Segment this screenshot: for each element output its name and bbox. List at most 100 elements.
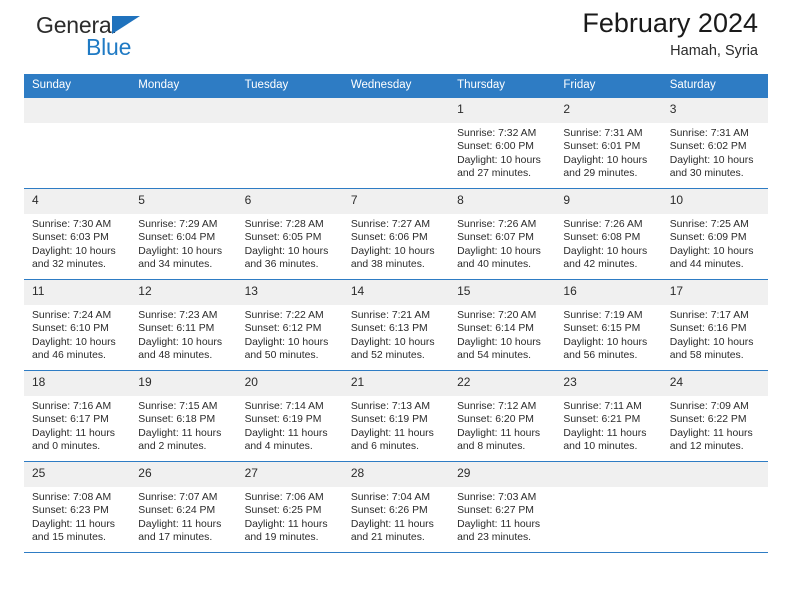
calendar-day-cell[interactable]: 11 Sunrise: 7:24 AM Sunset: 6:10 PM Dayligh… [24,280,131,370]
day-details: Sunrise: 7:17 AM Sunset: 6:16 PM Daylight:… [662,305,768,362]
calendar-day-cell[interactable]: 5 Sunrise: 7:29 AM Sunset: 6:04 PM Daylight… [130,189,237,279]
daylight-text-line1: Daylight: 10 hours [669,245,754,257]
day-number [342,98,450,123]
daylight-text-line1: Daylight: 10 hours [244,245,329,257]
day-details: Sunrise: 7:31 AM Sunset: 6:01 PM Daylight:… [555,123,661,180]
day-number: 16 [555,280,662,305]
daylight-text-line1: Daylight: 10 hours [32,336,116,348]
calendar-day-cell[interactable]: 21 Sunrise: 7:13 AM Sunset: 6:19 PM Dayligh… [342,371,450,461]
logo-triangle-icon [112,16,140,34]
sunrise-text: Sunrise: 7:13 AM [350,401,430,412]
daylight-text-line1: Daylight: 10 hours [563,336,648,348]
sunset-text: Sunset: 6:05 PM [244,232,322,244]
day-details: Sunrise: 7:29 AM Sunset: 6:04 PM Daylight:… [130,214,236,271]
day-details: Sunrise: 7:08 AM Sunset: 6:23 PM Daylight:… [24,487,130,544]
calendar-day-cell[interactable]: 24 Sunrise: 7:09 AM Sunset: 6:22 PM Dayligh… [661,371,768,461]
calendar-day-cell[interactable]: 25 Sunrise: 7:08 AM Sunset: 6:23 PM Dayligh… [24,462,131,552]
day-number: 26 [130,462,237,487]
calendar-day-cell[interactable]: 8 Sunrise: 7:26 AM Sunset: 6:07 PM Daylight… [449,189,556,279]
page-header: General Blue February 2024 Hamah, Syria [24,0,768,74]
daylight-text-line2: and 4 minutes. [244,440,313,452]
sunset-text: Sunset: 6:27 PM [457,505,534,517]
general-blue-logo[interactable]: General Blue [24,12,224,66]
daylight-text-line2: and 17 minutes. [138,531,213,543]
day-details: Sunrise: 7:27 AM Sunset: 6:06 PM Daylight:… [343,214,449,271]
calendar-day-cell[interactable]: 28 Sunrise: 7:04 AM Sunset: 6:26 PM Dayligh… [342,462,450,552]
calendar-day-cell[interactable]: 4 Sunrise: 7:30 AM Sunset: 6:03 PM Daylight… [24,189,131,279]
day-number: 12 [130,280,237,305]
day-details: Sunrise: 7:12 AM Sunset: 6:20 PM Daylight:… [449,396,555,453]
sunset-text: Sunset: 6:13 PM [350,323,428,335]
sunrise-text: Sunrise: 7:32 AM [457,128,537,139]
day-number: 17 [661,280,768,305]
sunrise-text: Sunrise: 7:08 AM [32,492,112,503]
calendar-day-cell[interactable]: 20 Sunrise: 7:14 AM Sunset: 6:19 PM Dayligh… [236,371,343,461]
day-details: Sunrise: 7:04 AM Sunset: 6:26 PM Daylight:… [343,487,449,544]
weekday-header-saturday: Saturday [661,74,768,98]
calendar-day-cell[interactable]: 1 Sunrise: 7:32 AM Sunset: 6:00 PM Daylight… [449,98,556,188]
calendar-day-cell[interactable]: 22 Sunrise: 7:12 AM Sunset: 6:20 PM Dayligh… [449,371,556,461]
daylight-text-line1: Daylight: 11 hours [457,518,541,530]
daylight-text-line1: Daylight: 10 hours [563,245,648,257]
daylight-text-line2: and 38 minutes. [350,258,425,270]
sunrise-text: Sunrise: 7:25 AM [669,219,749,230]
weekday-header-thursday: Thursday [449,74,556,98]
day-details: Sunrise: 7:28 AM Sunset: 6:05 PM Daylight:… [237,214,343,271]
daylight-text-line1: Daylight: 10 hours [457,336,541,348]
sunrise-text: Sunrise: 7:20 AM [457,310,537,321]
weekday-header-wednesday: Wednesday [342,74,450,98]
sunset-text: Sunset: 6:24 PM [138,505,216,517]
daylight-text-line2: and 36 minutes. [244,258,319,270]
calendar-day-cell[interactable]: 29 Sunrise: 7:03 AM Sunset: 6:27 PM Dayligh… [449,462,556,552]
day-details: Sunrise: 7:13 AM Sunset: 6:19 PM Daylight:… [343,396,449,453]
sunset-text: Sunset: 6:16 PM [669,323,747,335]
daylight-text-line2: and 48 minutes. [138,349,213,361]
calendar-day-cell[interactable]: 10 Sunrise: 7:25 AM Sunset: 6:09 PM Dayligh… [661,189,768,279]
daylight-text-line2: and 2 minutes. [138,440,207,452]
calendar-day-cell[interactable]: 18 Sunrise: 7:16 AM Sunset: 6:17 PM Dayligh… [24,371,131,461]
calendar-day-cell[interactable]: 6 Sunrise: 7:28 AM Sunset: 6:05 PM Daylight… [236,189,343,279]
daylight-text-line2: and 19 minutes. [244,531,319,543]
sunrise-text: Sunrise: 7:22 AM [244,310,324,321]
day-number: 18 [24,371,131,396]
daylight-text-line2: and 6 minutes. [350,440,420,452]
day-number: 15 [449,280,556,305]
daylight-text-line1: Daylight: 11 hours [138,518,222,530]
weekday-header-monday: Monday [130,74,237,98]
calendar-header-row: Sunday Monday Tuesday Wednesday Thursday… [24,74,768,98]
sunset-text: Sunset: 6:26 PM [350,505,428,517]
calendar-day-cell[interactable]: 7 Sunrise: 7:27 AM Sunset: 6:06 PM Daylight… [342,189,450,279]
calendar-day-cell[interactable]: 16 Sunrise: 7:19 AM Sunset: 6:15 PM Dayligh… [555,280,662,370]
sunrise-text: Sunrise: 7:26 AM [457,219,537,230]
calendar-day-cell[interactable]: 14 Sunrise: 7:21 AM Sunset: 6:13 PM Dayligh… [342,280,450,370]
calendar-day-cell[interactable]: 3 Sunrise: 7:31 AM Sunset: 6:02 PM Daylight… [661,98,768,188]
calendar-day-cell[interactable]: 27 Sunrise: 7:06 AM Sunset: 6:25 PM Dayligh… [236,462,343,552]
daylight-text-line2: and 10 minutes. [563,440,638,452]
calendar-day-cell[interactable]: 15 Sunrise: 7:20 AM Sunset: 6:14 PM Dayligh… [449,280,556,370]
daylight-text-line2: and 50 minutes. [244,349,319,361]
sunrise-text: Sunrise: 7:07 AM [138,492,218,503]
day-number [661,462,768,487]
day-details: Sunrise: 7:21 AM Sunset: 6:13 PM Daylight:… [343,305,449,362]
calendar-day-cell[interactable]: 2 Sunrise: 7:31 AM Sunset: 6:01 PM Daylight… [555,98,662,188]
calendar-day-cell[interactable]: 9 Sunrise: 7:26 AM Sunset: 6:08 PM Daylight… [555,189,662,279]
weekday-header-friday: Friday [555,74,662,98]
calendar-day-cell[interactable]: 23 Sunrise: 7:11 AM Sunset: 6:21 PM Dayligh… [555,371,662,461]
day-number: 28 [342,462,450,487]
calendar-week-row: 4 Sunrise: 7:30 AM Sunset: 6:03 PM Daylight… [24,188,768,280]
sunset-text: Sunset: 6:09 PM [669,232,747,244]
calendar-week-row: 1 Sunrise: 7:32 AM Sunset: 6:00 PM Daylight… [24,97,768,189]
day-details: Sunrise: 7:15 AM Sunset: 6:18 PM Daylight:… [130,396,236,453]
calendar-day-cell[interactable]: 17 Sunrise: 7:17 AM Sunset: 6:16 PM Dayligh… [661,280,768,370]
calendar-day-cell[interactable]: 12 Sunrise: 7:23 AM Sunset: 6:11 PM Dayligh… [130,280,237,370]
calendar-body: 1 Sunrise: 7:32 AM Sunset: 6:00 PM Daylight… [24,97,768,553]
calendar-day-cell[interactable]: 13 Sunrise: 7:22 AM Sunset: 6:12 PM Dayligh… [236,280,343,370]
sunset-text: Sunset: 6:17 PM [32,414,109,426]
sunset-text: Sunset: 6:06 PM [350,232,428,244]
calendar-day-cell[interactable]: 19 Sunrise: 7:15 AM Sunset: 6:18 PM Dayligh… [130,371,237,461]
calendar-table: Sunday Monday Tuesday Wednesday Thursday… [24,74,768,553]
calendar-day-cell[interactable]: 26 Sunrise: 7:07 AM Sunset: 6:24 PM Dayligh… [130,462,237,552]
sunset-text: Sunset: 6:07 PM [457,232,534,244]
day-details: Sunrise: 7:23 AM Sunset: 6:11 PM Daylight:… [130,305,236,362]
daylight-text-line1: Daylight: 11 hours [350,427,434,439]
